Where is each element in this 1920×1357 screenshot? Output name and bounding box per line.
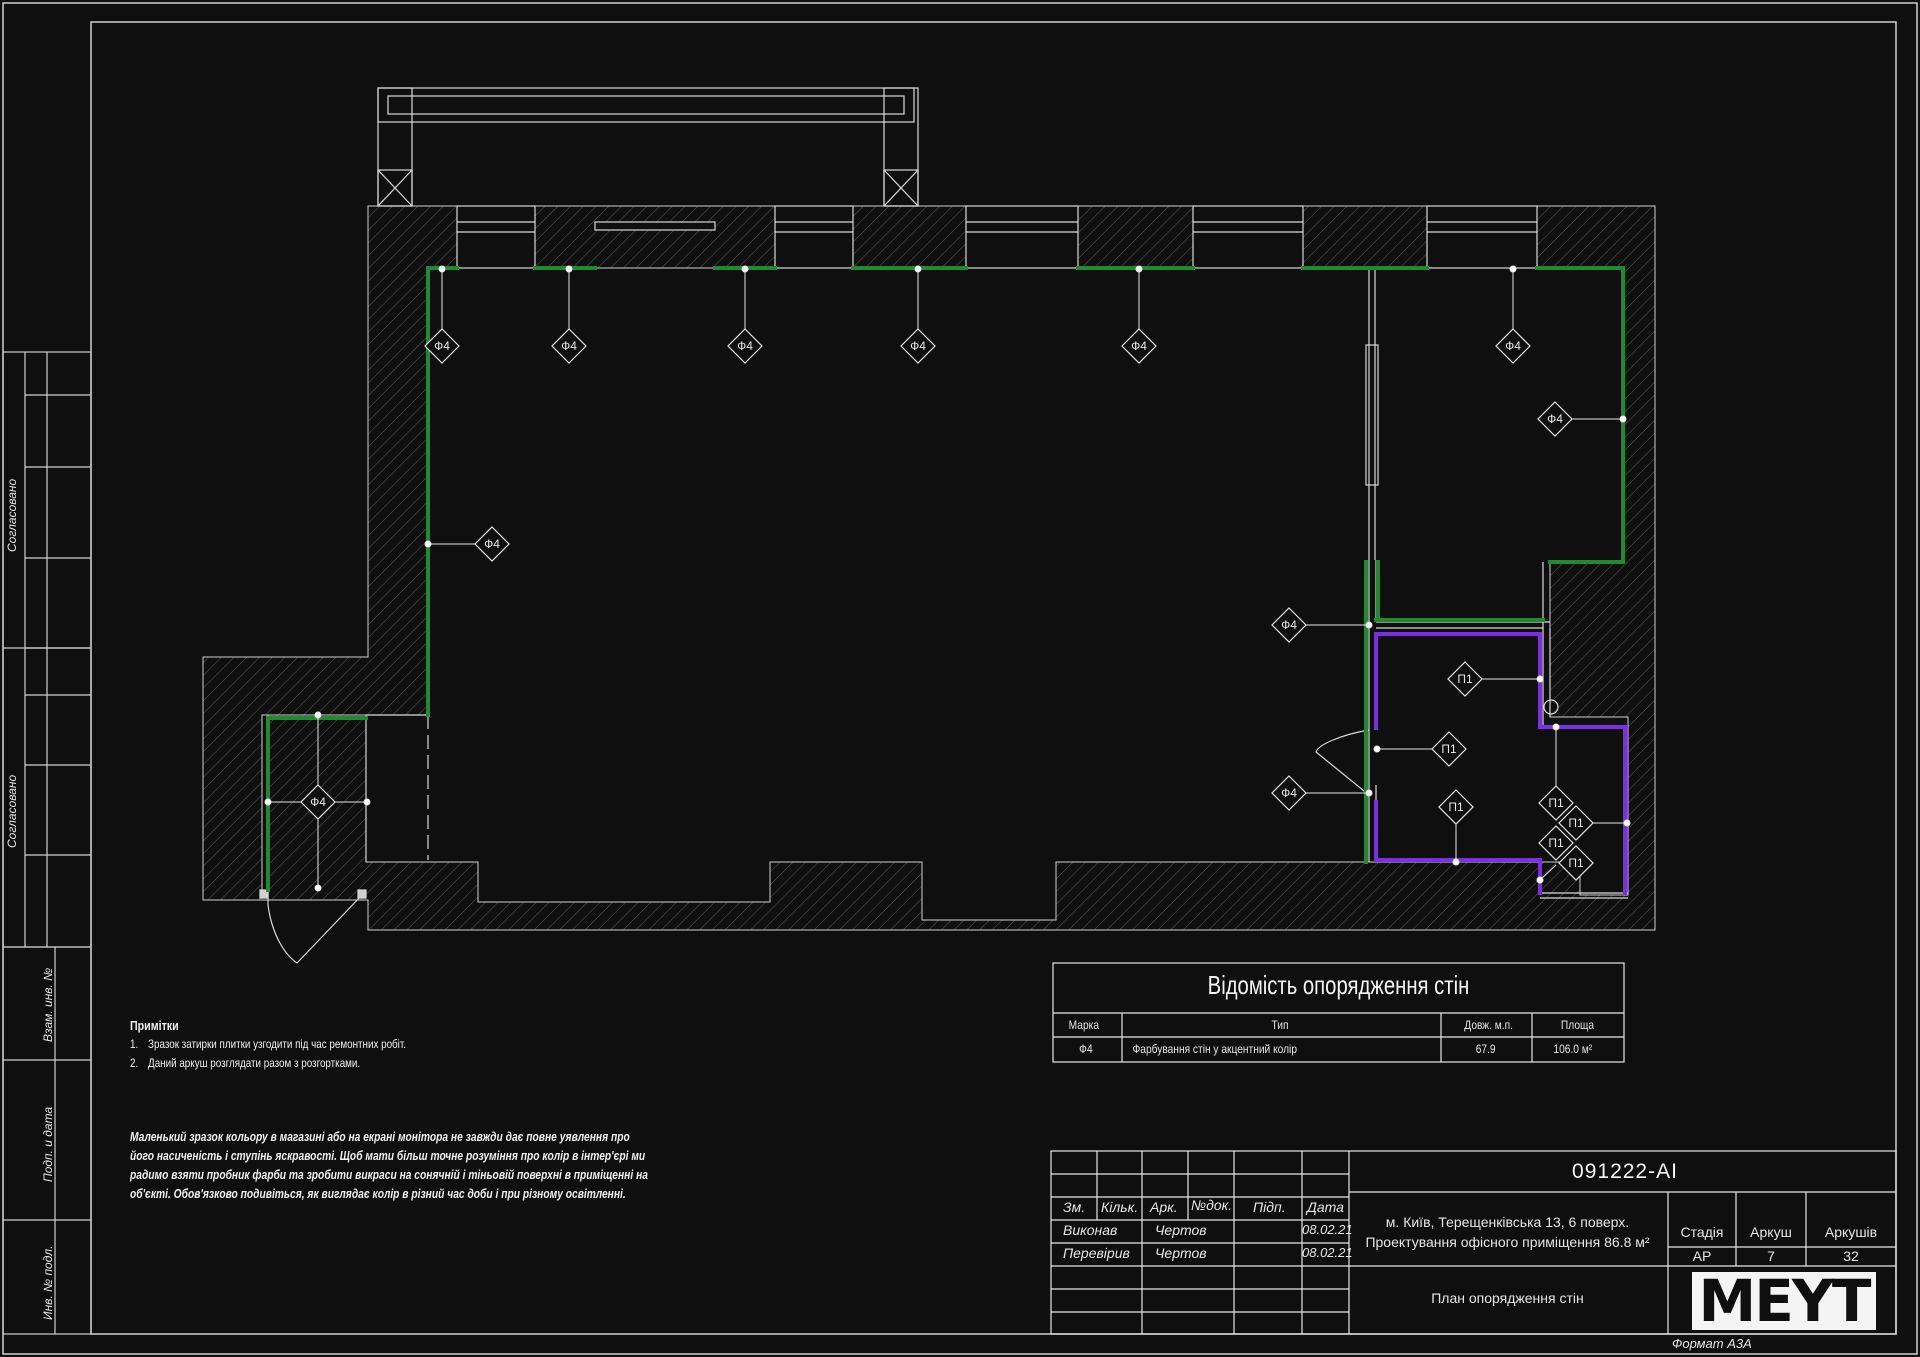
tag-f4: Ф4 [1121,328,1157,364]
svg-text:Ф4: Ф4 [434,339,450,353]
svg-text:Ф4: Ф4 [1131,339,1147,353]
tb-date-checked: 08.02.21 [1302,1245,1353,1260]
svg-text:Ф4: Ф4 [1547,412,1563,426]
tb-sheets: 32 [1843,1248,1859,1264]
plan-name: План опорядження стін [1431,1290,1584,1306]
schedule-header-length: Довж. м.п. [1464,1018,1513,1032]
tb-date-executed: 08.02.21 [1302,1222,1353,1237]
color-disclaimer: Маленький зразок кольору в магазині або … [130,1130,648,1201]
schedule-header-type: Тип [1271,1018,1289,1032]
wall-mass [202,205,1656,931]
schedule-header-area: Площа [1560,1018,1595,1032]
tag-f4: Ф4 [551,328,587,364]
tb-sheet-label: Аркуш [1750,1224,1792,1240]
company-logo: MEYT [1692,1272,1876,1330]
svg-text:Ф4: Ф4 [484,537,500,551]
project-code: 091222-АІ [1572,1160,1678,1183]
tb-header-ndok: №док. [1191,1197,1233,1213]
paint-finish-lines [266,266,1625,892]
schedule-title: Відомість опорядження стін [1207,970,1470,1000]
tag-f4: Ф4 [900,328,936,364]
svg-text:Ф4: Ф4 [561,339,577,353]
tb-name-checked: Чертов [1155,1245,1207,1261]
notes: Примітки 1. Зразок затирки плитки узгодит… [130,1016,622,1073]
tb-header-zm: Зм. [1063,1199,1086,1215]
svg-text:Ф4: Ф4 [1281,786,1297,800]
tb-header-data: Дата [1307,1199,1344,1215]
tag-f4: Ф4 [474,526,510,562]
schedule-cell-area: 106.0 м² [1553,1042,1593,1056]
svg-text:П1: П1 [1457,672,1473,686]
svg-text:П1: П1 [1568,856,1584,870]
leaders [264,265,1631,892]
schedule-header-mark: Марка [1068,1018,1099,1032]
balcony [377,87,919,207]
tag-f4: Ф4 [1495,328,1531,364]
side-inv-orig: Инв. № подл. [41,1245,55,1320]
sheet-format: Формат А3А [1672,1336,1752,1351]
tb-header-kilk: Кільк. [1101,1199,1139,1215]
tb-header-pidp: Підп. [1253,1199,1286,1215]
svg-text:П1: П1 [1548,836,1564,850]
tag-f4: Ф4 [1271,775,1307,811]
svg-text:П1: П1 [1448,800,1464,814]
tag-f4: Ф4 [424,328,460,364]
note-item: 1. Зразок затирки плитки узгодити під час… [130,1037,407,1051]
side-inv-replace: Взам. инв. № [41,967,55,1042]
side-agreed-1: Согласовано [5,478,19,552]
tb-header-ark: Арк. [1150,1199,1178,1215]
svg-text:Ф4: Ф4 [1281,618,1297,632]
project-address: м. Київ, Терещенківська 13, 6 поверх. Пр… [1365,1214,1650,1250]
tag-f4: Ф4 [727,328,763,364]
schedule-cell-mark: Ф4 [1079,1042,1093,1056]
tag-f4: Ф4 [1537,401,1573,437]
tb-role-checked: Перевірив [1063,1245,1130,1261]
svg-text:П1: П1 [1441,742,1457,756]
svg-text:Ф4: Ф4 [310,795,326,809]
tb-role-executed: Виконав [1063,1222,1118,1238]
schedule-cell-length: 67.9 [1475,1042,1496,1056]
tag-f4: Ф4 [1271,607,1307,643]
schedule-cell-type: Фарбування стін у акцентний колір [1132,1042,1297,1056]
note-item: 2. Даний аркуш розглядати разом з розгорт… [130,1056,361,1070]
tb-sheets-label: Аркушів [1824,1224,1878,1240]
tag-p1: П1 [1438,789,1474,825]
svg-text:П1: П1 [1548,796,1564,810]
tb-stage: АР [1692,1248,1712,1264]
svg-text:Ф4: Ф4 [1505,339,1521,353]
notes-title: Примітки [130,1018,179,1033]
tb-sheet: 7 [1767,1248,1775,1264]
tb-name-executed: Чертов [1155,1222,1207,1238]
tag-p1: П1 [1431,731,1467,767]
side-agreed-2: Согласовано [5,774,19,848]
side-sign-date: Подп. и дата [41,1106,55,1182]
svg-text:П1: П1 [1568,816,1584,830]
svg-text:Ф4: Ф4 [910,339,926,353]
tag-p1: П1 [1447,661,1483,697]
tb-stage-label: Стадія [1680,1224,1724,1240]
svg-text:Ф4: Ф4 [737,339,753,353]
paint-tags: Ф4 Ф4 Ф4 Ф4 Ф4 Ф4 Ф4 Ф4 Ф4 Ф4 Ф4 [300,328,1573,820]
